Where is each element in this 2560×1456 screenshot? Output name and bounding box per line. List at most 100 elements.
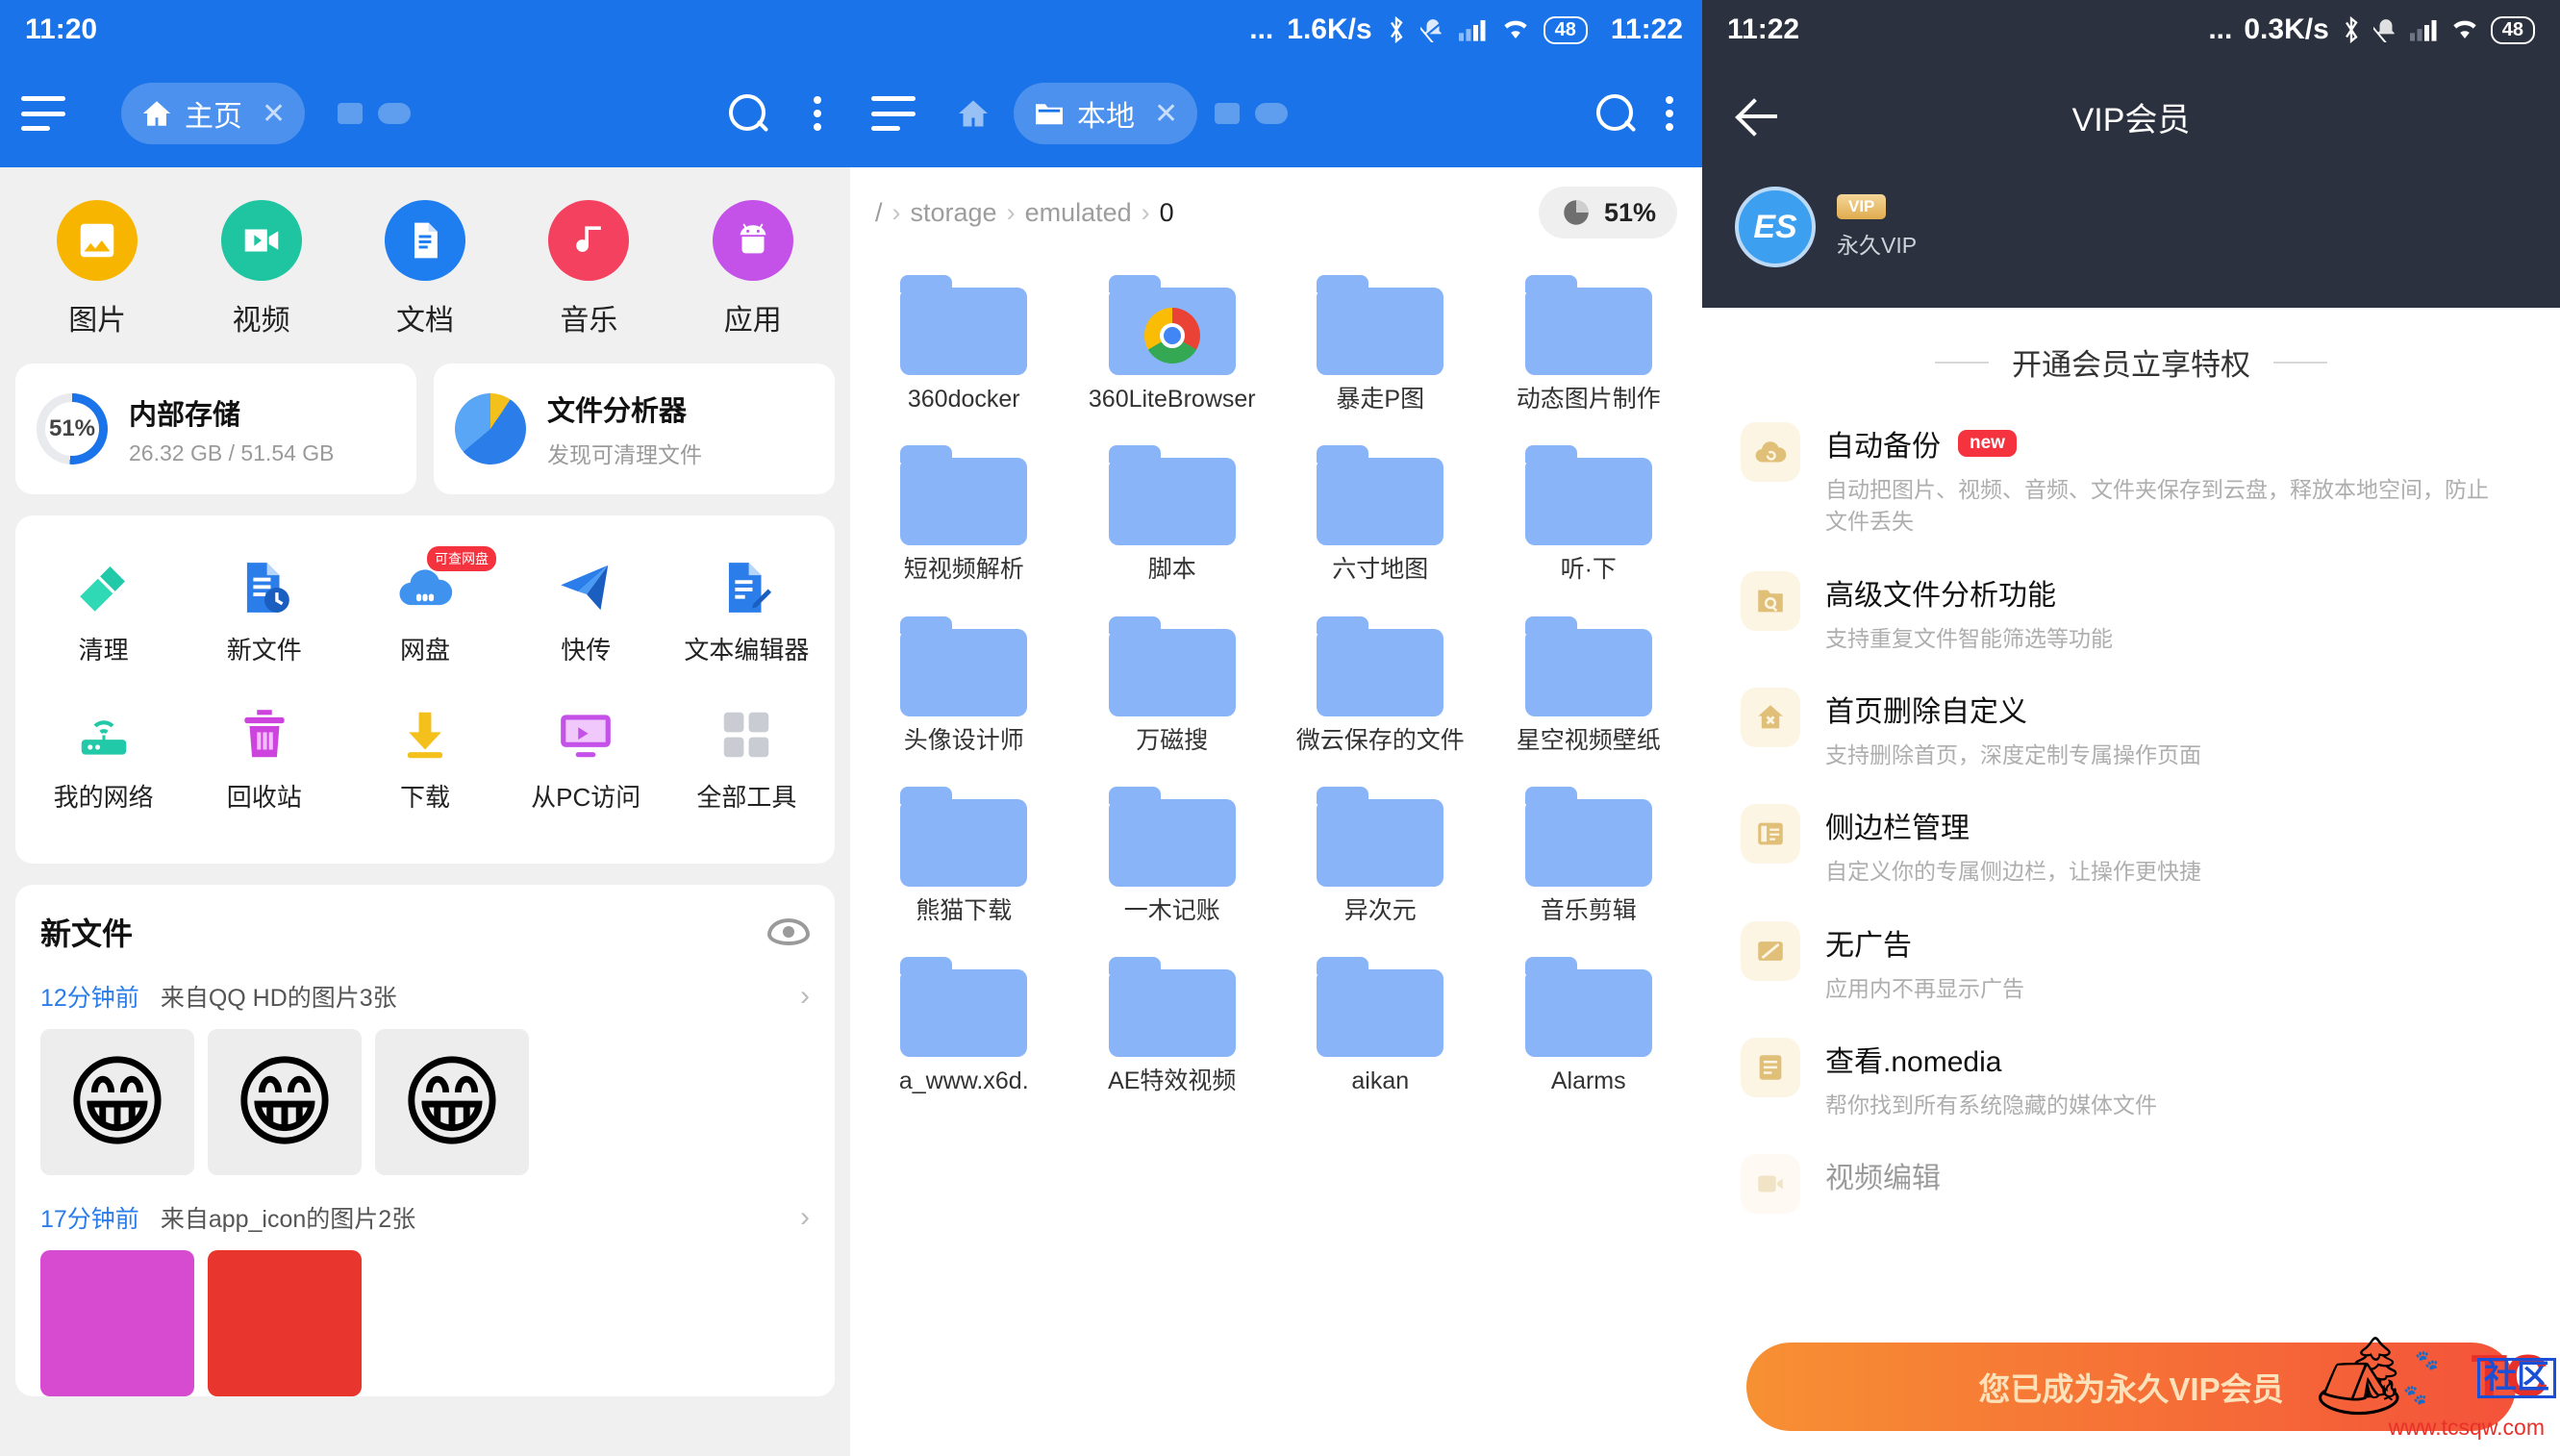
thumbnail[interactable] <box>40 1250 194 1396</box>
new-files-entry-header[interactable]: 12分钟前 来自QQ HD的图片3张 › <box>40 954 810 1029</box>
chevron-right-icon[interactable]: › <box>800 1201 810 1234</box>
category-music[interactable]: 音乐 <box>521 200 656 339</box>
file-item[interactable]: AE特效视频 <box>1068 940 1277 1110</box>
es-logo-avatar-icon[interactable]: ES <box>1735 187 1816 267</box>
tool-text-editor[interactable]: 文本编辑器 <box>666 544 827 691</box>
back-arrow-icon[interactable] <box>1735 92 1783 140</box>
category-apps[interactable]: 应用 <box>686 200 820 339</box>
tab-ghost-cloud[interactable] <box>1255 103 1289 124</box>
tab-ghost-group[interactable] <box>338 103 412 124</box>
search-icon[interactable] <box>1594 92 1637 135</box>
home-icon[interactable] <box>956 96 991 131</box>
tool-recycle-bin[interactable]: 回收站 <box>184 691 344 839</box>
document-icon <box>384 200 465 281</box>
thumb-glyph: 😁 <box>64 1047 170 1159</box>
file-item[interactable]: 听·下 <box>1485 428 1694 598</box>
feature-row[interactable]: 视频编辑 <box>1702 1137 2560 1229</box>
category-pictures[interactable]: 图片 <box>30 200 164 339</box>
file-item[interactable]: a_www.x6d. <box>860 940 1068 1110</box>
tool-quick-send[interactable]: 快传 <box>506 544 666 691</box>
file-item[interactable]: 星空视频壁纸 <box>1485 599 1694 769</box>
tab-home[interactable]: 主页 ✕ <box>121 83 306 144</box>
file-item[interactable]: 360docker <box>860 258 1068 428</box>
tool-my-network[interactable]: 我的网络 <box>23 691 184 839</box>
watermark-url: www.tcsqw.com <box>2388 1415 2545 1440</box>
file-analyzer-card[interactable]: 文件分析器 发现可清理文件 <box>434 364 835 494</box>
file-item[interactable]: 异次元 <box>1276 769 1485 940</box>
tools-card: 清理 新文件 可查网盘 网盘 快传 文本编辑器 我的网络 回收站 下载 从PC访… <box>15 515 835 864</box>
thumbnail[interactable]: 😁 <box>208 1029 362 1175</box>
file-item[interactable]: 微云保存的文件 <box>1276 599 1485 769</box>
hamburger-icon[interactable] <box>871 96 916 131</box>
file-item[interactable]: 音乐剪辑 <box>1485 769 1694 940</box>
file-name: AE特效视频 <box>1108 1067 1237 1094</box>
breadcrumb-part[interactable]: emulated <box>1025 198 1132 228</box>
file-item[interactable]: 头像设计师 <box>860 599 1068 769</box>
tool-pc-access[interactable]: 从PC访问 <box>506 691 666 839</box>
thumb-glyph: 😁 <box>232 1047 338 1159</box>
new-files-entry-header[interactable]: 17分钟前 来自app_icon的图片2张 › <box>40 1175 810 1250</box>
tab-ghost-cloud[interactable] <box>378 103 412 124</box>
file-item[interactable]: Alarms <box>1485 940 1694 1110</box>
breadcrumb-part[interactable]: storage <box>911 198 997 228</box>
thumbnail[interactable] <box>208 1250 362 1396</box>
tool-cloud-disk[interactable]: 可查网盘 网盘 <box>344 544 505 691</box>
tab-ghost-group[interactable] <box>1215 103 1289 124</box>
tab-ghost-square[interactable] <box>1215 103 1241 124</box>
file-item[interactable]: 六寸地图 <box>1276 428 1485 598</box>
image-icon <box>57 200 138 281</box>
chevron-right-icon[interactable]: › <box>800 980 810 1013</box>
hamburger-icon[interactable] <box>21 96 65 131</box>
tab-ghost-square[interactable] <box>338 103 364 124</box>
eye-icon[interactable] <box>767 918 810 945</box>
tool-clean[interactable]: 清理 <box>23 544 184 691</box>
tool-new-file[interactable]: 新文件 <box>184 544 344 691</box>
tool-all-tools[interactable]: 全部工具 <box>666 691 827 839</box>
status-time: 11:22 <box>1610 13 1683 45</box>
feature-row[interactable]: 查看.nomedia 帮你找到所有系统隐藏的媒体文件 <box>1702 1020 2560 1137</box>
more-vertical-icon[interactable] <box>812 96 823 131</box>
file-item[interactable]: 360LiteBrowser <box>1068 258 1277 428</box>
tool-download[interactable]: 下载 <box>344 691 505 839</box>
vip-cta-label: 您已成为永久VIP会员 <box>1978 1371 2284 1407</box>
watermark-suffix: 社区 <box>2477 1358 2556 1398</box>
thumbnail[interactable]: 😁 <box>40 1029 194 1175</box>
folder-icon <box>1317 445 1444 546</box>
file-item[interactable]: 脚本 <box>1068 428 1277 598</box>
battery-icon: 48 <box>2490 15 2535 44</box>
breadcrumb-separator: › <box>891 197 901 227</box>
category-videos[interactable]: 视频 <box>194 200 329 339</box>
feature-row[interactable]: 无广告 应用内不再显示广告 <box>1702 904 2560 1020</box>
folder-icon <box>1033 100 1066 127</box>
file-item[interactable]: 短视频解析 <box>860 428 1068 598</box>
category-documents[interactable]: 文档 <box>358 200 492 339</box>
tab-local[interactable]: 本地 ✕ <box>1014 83 1198 144</box>
file-item[interactable]: 熊猫下载 <box>860 769 1068 940</box>
breadcrumb-current[interactable]: 0 <box>1160 198 1174 228</box>
close-icon[interactable]: ✕ <box>1154 97 1178 131</box>
feature-row[interactable]: 自动备份 new 自动把图片、视频、音频、文件夹保存到云盘，释放本地空间，防止文… <box>1702 405 2560 554</box>
breadcrumb: / › storage › emulated › 0 51% <box>850 167 1702 258</box>
file-item[interactable]: 万磁搜 <box>1068 599 1277 769</box>
file-name: 头像设计师 <box>903 726 1024 754</box>
file-item[interactable]: 动态图片制作 <box>1485 258 1694 428</box>
tool-badge: 可查网盘 <box>427 546 496 571</box>
file-name: 动态图片制作 <box>1516 386 1661 413</box>
file-item[interactable]: 一木记账 <box>1068 769 1277 940</box>
file-item[interactable]: 暴走P图 <box>1276 258 1485 428</box>
internal-storage-card[interactable]: 51% 内部存储 26.32 GB / 51.54 GB <box>15 364 416 494</box>
pie-chart-icon <box>455 393 526 464</box>
folder-icon <box>1108 615 1236 716</box>
storage-usage-chip[interactable]: 51% <box>1538 187 1677 238</box>
tool-label: 我的网络 <box>53 783 154 812</box>
feature-row[interactable]: 首页删除自定义 支持删除首页，深度定制专属操作页面 <box>1702 670 2560 787</box>
feature-row[interactable]: 高级文件分析功能 支持重复文件智能筛选等功能 <box>1702 554 2560 670</box>
file-item[interactable]: aikan <box>1276 940 1485 1110</box>
thumbnail[interactable]: 😁 <box>375 1029 529 1175</box>
folder-icon <box>900 445 1028 546</box>
search-icon[interactable] <box>727 92 769 135</box>
feature-row[interactable]: 侧边栏管理 自定义你的专属侧边栏，让操作更快捷 <box>1702 787 2560 903</box>
breadcrumb-root[interactable]: / <box>875 198 883 228</box>
close-icon[interactable]: ✕ <box>262 97 286 131</box>
more-vertical-icon[interactable] <box>1664 96 1675 131</box>
